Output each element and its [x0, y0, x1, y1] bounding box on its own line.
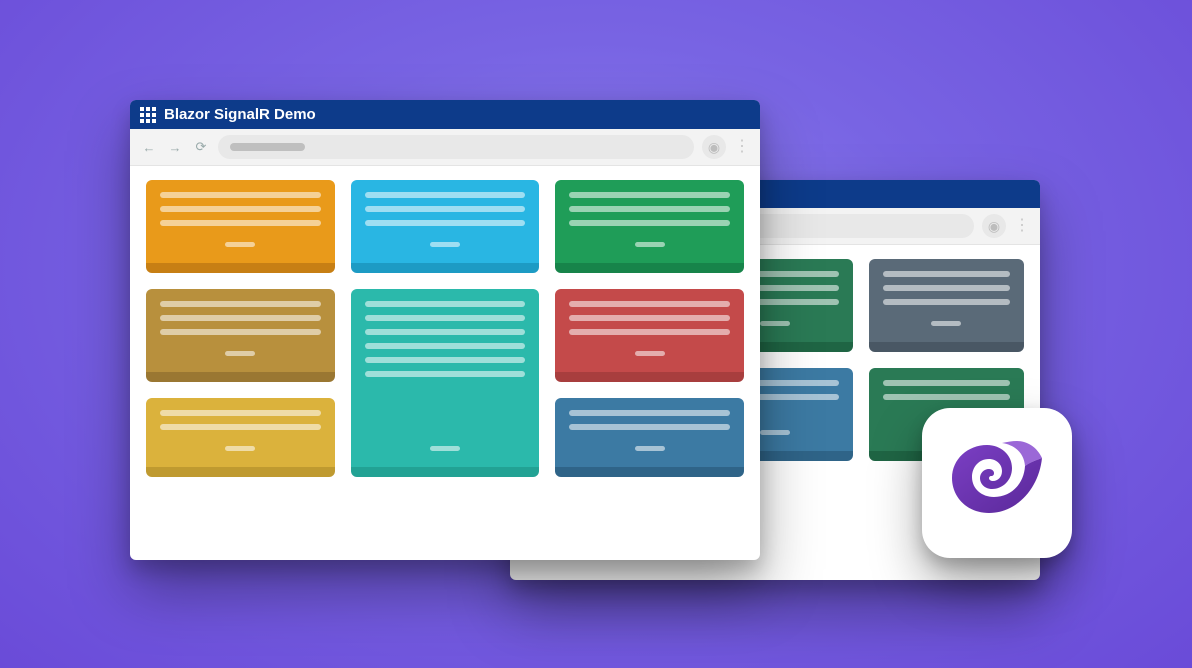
card-line [569, 192, 730, 198]
card-grid [130, 166, 760, 491]
card-line [365, 220, 526, 226]
card-line [365, 343, 526, 349]
card-line [160, 329, 321, 335]
card-line [160, 410, 321, 416]
menu-icon[interactable]: ⋮ [1014, 218, 1030, 234]
card[interactable] [555, 180, 744, 273]
drag-handle-icon[interactable] [931, 321, 961, 326]
card-line [365, 192, 526, 198]
drag-handle-icon[interactable] [760, 321, 790, 326]
profile-icon[interactable]: ◉ [702, 135, 726, 159]
card[interactable] [146, 180, 335, 273]
card[interactable] [555, 289, 744, 382]
card-line [883, 380, 1010, 386]
browser-window-front: Blazor SignalR Demo ← → ⟳ ◉ ⋮ [130, 100, 760, 560]
profile-icon[interactable]: ◉ [982, 214, 1006, 238]
drag-handle-icon[interactable] [430, 446, 460, 451]
window-title: Blazor SignalR Demo [164, 106, 316, 123]
card[interactable] [146, 398, 335, 477]
card-line [883, 299, 1010, 305]
menu-icon[interactable]: ⋮ [734, 139, 750, 155]
card[interactable] [869, 259, 1024, 352]
card-line [160, 315, 321, 321]
blazor-icon [947, 433, 1047, 533]
card[interactable] [146, 289, 335, 382]
card-line [160, 206, 321, 212]
drag-handle-icon[interactable] [635, 351, 665, 356]
card-line [569, 301, 730, 307]
card-line [569, 410, 730, 416]
browser-toolbar: ← → ⟳ ◉ ⋮ [130, 129, 760, 166]
card-line [569, 220, 730, 226]
card-line [883, 394, 1010, 400]
drag-handle-icon[interactable] [635, 446, 665, 451]
card[interactable] [555, 398, 744, 477]
drag-handle-icon[interactable] [430, 242, 460, 247]
card-line [365, 206, 526, 212]
url-stub [230, 143, 305, 151]
drag-handle-icon[interactable] [225, 351, 255, 356]
forward-icon[interactable]: → [166, 138, 184, 156]
card-footer [160, 234, 321, 247]
card-line [883, 285, 1010, 291]
address-bar[interactable] [218, 135, 694, 159]
card-footer [569, 234, 730, 247]
card-footer [569, 343, 730, 356]
card[interactable] [351, 180, 540, 273]
card-line [365, 371, 526, 377]
drag-handle-icon[interactable] [225, 446, 255, 451]
drag-handle-icon[interactable] [760, 430, 790, 435]
blazor-badge [922, 408, 1072, 558]
card-line [160, 192, 321, 198]
card-line [569, 315, 730, 321]
card-footer [883, 313, 1010, 326]
card-line [569, 206, 730, 212]
card-line [569, 329, 730, 335]
card-line [365, 315, 526, 321]
card-footer [160, 343, 321, 356]
card[interactable] [351, 289, 540, 477]
card-line [160, 424, 321, 430]
titlebar: Blazor SignalR Demo [130, 100, 760, 129]
drag-handle-icon[interactable] [635, 242, 665, 247]
card-line [365, 329, 526, 335]
card-line [160, 301, 321, 307]
drag-handle-icon[interactable] [225, 242, 255, 247]
reload-icon[interactable]: ⟳ [192, 138, 210, 156]
card-line [365, 301, 526, 307]
card-line [160, 220, 321, 226]
card-footer [365, 438, 526, 451]
card-line [365, 357, 526, 363]
card-footer [365, 234, 526, 247]
back-icon[interactable]: ← [140, 138, 158, 156]
card-footer [160, 438, 321, 451]
card-footer [569, 438, 730, 451]
card-line [883, 271, 1010, 277]
app-grid-icon [140, 107, 156, 123]
card-line [569, 424, 730, 430]
